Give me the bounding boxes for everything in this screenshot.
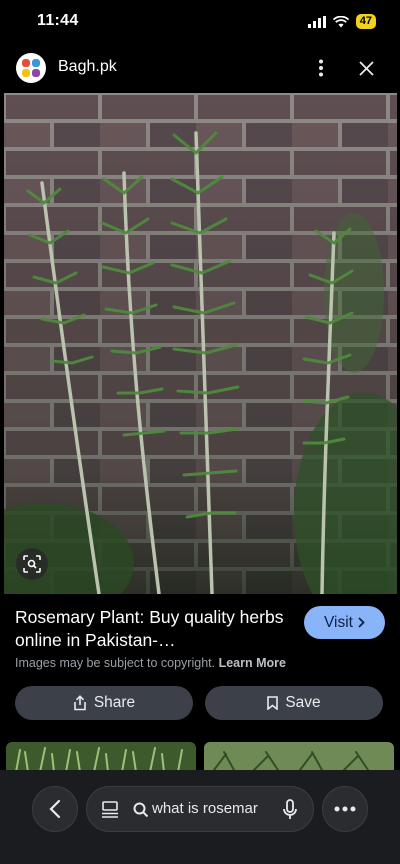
rosemary-plant-image[interactable] bbox=[4, 93, 397, 594]
back-icon bbox=[49, 799, 61, 819]
close-icon bbox=[358, 60, 374, 76]
share-icon bbox=[74, 695, 86, 711]
more-menu-button[interactable] bbox=[322, 786, 368, 832]
related-image-2 bbox=[204, 742, 394, 772]
signal-icon bbox=[307, 15, 326, 28]
chevron-right-icon bbox=[358, 617, 365, 628]
search-query[interactable]: what is rosemar bbox=[152, 800, 272, 817]
save-button[interactable]: Save bbox=[205, 686, 383, 720]
visit-button[interactable]: Visit bbox=[304, 606, 385, 639]
lens-icon bbox=[23, 555, 41, 573]
site-name[interactable]: Bagh.pk bbox=[58, 58, 117, 76]
result-title[interactable]: Rosemary Plant: Buy quality herbs online… bbox=[15, 606, 285, 652]
tabs-icon[interactable] bbox=[101, 801, 119, 818]
status-bar: 11:44 47 bbox=[0, 0, 400, 44]
bookmark-icon bbox=[267, 696, 279, 710]
close-button[interactable] bbox=[352, 54, 380, 82]
search-bar[interactable]: what is rosemar bbox=[86, 786, 314, 832]
related-image-thumbnail[interactable] bbox=[6, 742, 196, 772]
site-logo bbox=[16, 53, 46, 83]
share-button[interactable]: Share bbox=[15, 686, 193, 720]
wifi-icon bbox=[332, 15, 349, 27]
more-options-button[interactable] bbox=[307, 54, 335, 82]
visit-label: Visit bbox=[323, 613, 353, 631]
search-icon bbox=[133, 802, 149, 818]
status-time: 11:44 bbox=[37, 12, 79, 29]
battery-indicator: 47 bbox=[355, 14, 376, 29]
site-logo-icon bbox=[22, 59, 40, 77]
related-image-thumbnail[interactable] bbox=[204, 742, 394, 772]
more-vert-icon bbox=[319, 59, 323, 77]
mic-icon[interactable] bbox=[282, 799, 298, 821]
copyright-text: Images may be subject to copyright. bbox=[15, 656, 216, 670]
copyright-notice: Images may be subject to copyright. Lear… bbox=[15, 656, 286, 670]
more-horiz-icon bbox=[334, 806, 356, 812]
related-image-1 bbox=[6, 742, 196, 772]
lens-search-button[interactable] bbox=[16, 548, 48, 580]
site-header: Bagh.pk bbox=[0, 48, 400, 88]
status-icons: 47 bbox=[307, 14, 376, 29]
rosemary-photo bbox=[4, 93, 397, 594]
learn-more-link[interactable]: Learn More bbox=[219, 656, 286, 670]
bottom-navigation-bar: what is rosemar bbox=[0, 770, 400, 864]
share-label: Share bbox=[93, 694, 136, 711]
save-label: Save bbox=[285, 694, 321, 711]
back-button[interactable] bbox=[32, 786, 78, 832]
